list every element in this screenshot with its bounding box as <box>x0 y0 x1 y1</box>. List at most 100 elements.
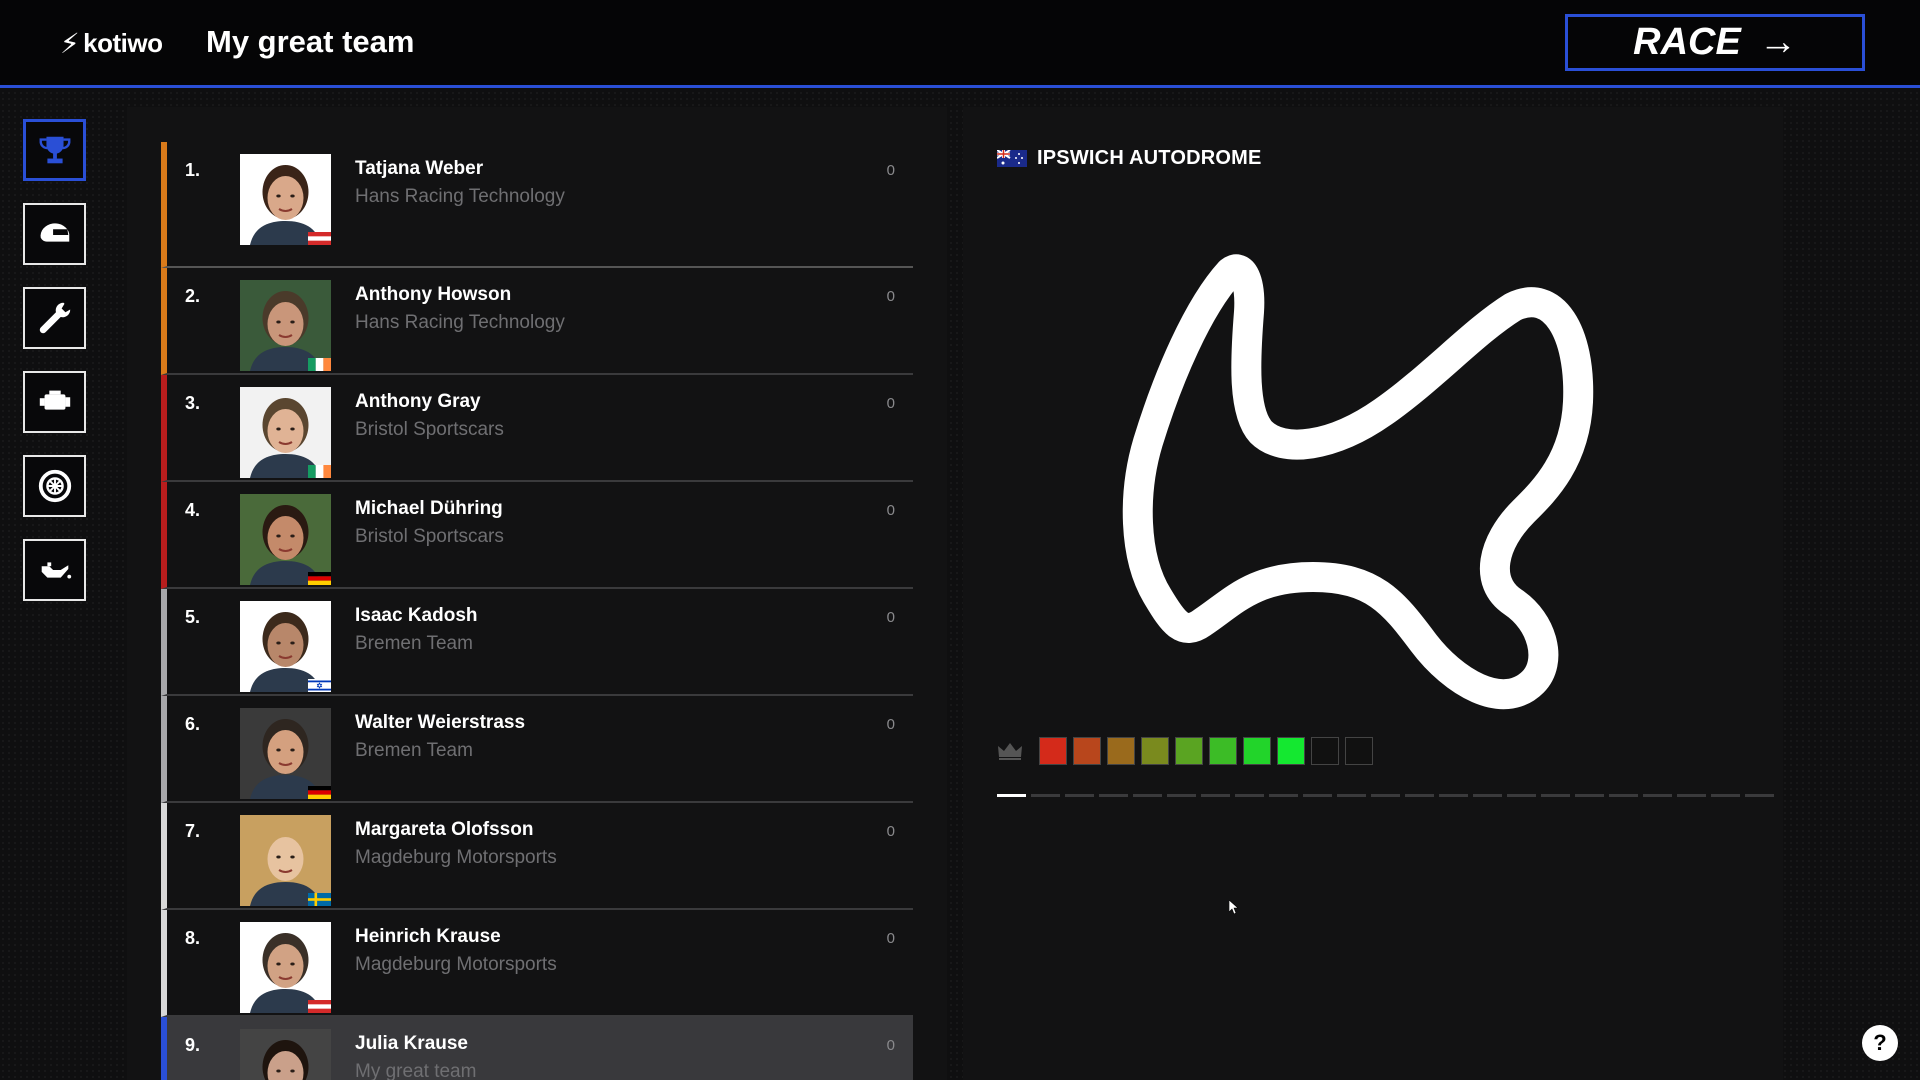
sidebar-item-setup[interactable] <box>23 287 86 349</box>
progress-segment <box>1405 794 1434 797</box>
driver-points: 0 <box>886 1037 895 1054</box>
progress-segment <box>1235 794 1264 797</box>
track-panel: IPSWICH AUTODROME <box>963 107 1783 1080</box>
rating-square <box>1073 737 1101 765</box>
helmet-icon <box>40 223 69 242</box>
help-button[interactable]: ? <box>1862 1025 1898 1061</box>
avatar <box>240 1029 331 1080</box>
driver-row[interactable]: 2. Anthony Howson Hans Racing Technology… <box>161 268 913 375</box>
crown-icon <box>998 743 1022 760</box>
sidebar-item-tires[interactable] <box>23 455 86 517</box>
driver-team: Hans Racing Technology <box>355 312 565 333</box>
progress-segment <box>1337 794 1366 797</box>
driver-team: My great team <box>355 1061 477 1080</box>
austria-flag-icon <box>308 232 331 245</box>
driver-team: Magdeburg Motorsports <box>355 847 557 868</box>
driver-name: Anthony Howson <box>355 284 512 305</box>
driver-row[interactable]: 7. Margareta Olofsson Magdeburg Motorspo… <box>161 803 913 910</box>
race-label: RACE <box>1633 21 1741 63</box>
wrench-icon <box>39 302 70 334</box>
track-map <box>1122 254 1594 710</box>
driver-name: Walter Weierstrass <box>355 712 526 733</box>
progress-segment <box>1065 794 1094 797</box>
driver-name: Tatjana Weber <box>355 158 484 179</box>
driver-row[interactable]: 6. Walter Weierstrass Bremen Team 0 <box>161 696 913 803</box>
driver-name: Isaac Kadosh <box>355 605 478 626</box>
israel-flag-icon <box>308 679 331 692</box>
avatar <box>240 815 331 906</box>
driver-name: Margareta Olofsson <box>355 819 534 840</box>
progress-segment <box>1439 794 1468 797</box>
rating-square <box>1311 737 1339 765</box>
kotiwo-logo-icon: ⚡ <box>60 28 80 59</box>
sidebar-item-fuel[interactable] <box>23 539 86 601</box>
rating-square <box>1175 737 1203 765</box>
driver-team: Magdeburg Motorsports <box>355 954 557 975</box>
driver-position: 1. <box>185 160 201 180</box>
driver-row[interactable]: 8. Heinrich Krause Magdeburg Motorsports… <box>161 910 913 1017</box>
avatar <box>240 280 331 371</box>
progress-segment <box>1745 794 1774 797</box>
ireland-flag-icon <box>308 358 331 371</box>
progress-segment <box>1303 794 1332 797</box>
standings-panel: 1. Tatjana Weber Hans Racing Technology … <box>127 107 947 1080</box>
driver-team: Bristol Sportscars <box>355 526 504 547</box>
avatar <box>240 494 331 585</box>
arrow-right-icon: → <box>1758 21 1797 63</box>
driver-points: 0 <box>886 716 895 733</box>
avatar <box>240 387 331 478</box>
driver-position: 6. <box>185 714 201 734</box>
driver-row[interactable]: 4. Michael Dühring Bristol Sportscars 0 <box>161 482 913 589</box>
driver-portrait <box>240 1029 331 1080</box>
oil-can-icon <box>41 562 71 579</box>
logo-text: kotiwo <box>83 28 163 58</box>
progress-segment <box>1201 794 1230 797</box>
driver-points: 0 <box>886 609 895 626</box>
driver-points: 0 <box>886 162 895 179</box>
driver-position: 3. <box>185 393 201 413</box>
driver-points: 0 <box>886 930 895 947</box>
driver-team: Bremen Team <box>355 633 473 654</box>
sidebar-item-drivers[interactable] <box>23 203 86 265</box>
race-button[interactable]: RACE → <box>1565 14 1865 71</box>
rating-square <box>1243 737 1271 765</box>
rating-square <box>1039 737 1067 765</box>
kotiwo-logo[interactable]: ⚡ kotiwo <box>60 27 163 60</box>
driver-points: 0 <box>886 823 895 840</box>
rating-square <box>1209 737 1237 765</box>
progress-segment <box>1507 794 1536 797</box>
mouse-cursor-icon <box>1229 900 1239 914</box>
driver-row[interactable]: 9. Julia Krause My great team 0 <box>161 1017 913 1080</box>
driver-position: 8. <box>185 928 201 948</box>
progress-segment <box>1609 794 1638 797</box>
avatar <box>240 601 331 692</box>
australia-flag-icon <box>997 150 1027 167</box>
race-progress <box>997 794 1774 797</box>
driver-row[interactable]: 3. Anthony Gray Bristol Sportscars 0 <box>161 375 913 482</box>
tire-icon <box>38 469 71 503</box>
track-header: IPSWICH AUTODROME <box>997 147 1262 170</box>
driver-position: 2. <box>185 286 201 306</box>
sidebar <box>23 119 86 623</box>
rating-square <box>1345 737 1373 765</box>
engine-icon <box>39 390 70 410</box>
progress-segment <box>1575 794 1604 797</box>
sidebar-item-standings[interactable] <box>23 119 86 181</box>
driver-name: Michael Dühring <box>355 498 503 519</box>
driver-name: Julia Krause <box>355 1033 468 1054</box>
progress-segment <box>1269 794 1298 797</box>
avatar <box>240 922 331 1013</box>
progress-segment <box>1099 794 1128 797</box>
progress-segment <box>1643 794 1672 797</box>
driver-row[interactable]: 5. Isaac Kadosh Bremen Team 0 <box>161 589 913 696</box>
ireland-flag-icon <box>308 465 331 478</box>
track-name: IPSWICH AUTODROME <box>1037 147 1262 169</box>
avatar <box>240 708 331 799</box>
driver-position: 9. <box>185 1035 201 1055</box>
progress-segment <box>1031 794 1060 797</box>
driver-points: 0 <box>886 288 895 305</box>
trophy-icon <box>39 136 70 164</box>
sidebar-item-engine[interactable] <box>23 371 86 433</box>
driver-row[interactable]: 1. Tatjana Weber Hans Racing Technology … <box>161 142 913 268</box>
progress-segment <box>1711 794 1740 797</box>
